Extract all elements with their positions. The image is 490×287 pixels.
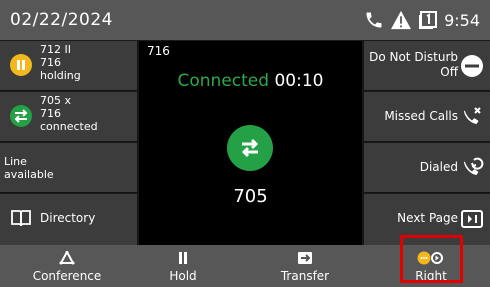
next-page-icon (460, 207, 484, 235)
dnd-label: Do Not Disturb (369, 50, 458, 64)
right-feature-keys: Do Not Disturb Off Missed Calls Dialed N… (363, 41, 490, 245)
do-not-disturb-key[interactable]: Do Not Disturb Off (363, 41, 490, 91)
line-key-text: Line available (4, 155, 54, 181)
line-key-state: available (4, 168, 54, 181)
directory-label: Directory (40, 211, 96, 225)
dialed-call-icon (460, 156, 484, 184)
call-timer: 00:10 (274, 71, 324, 91)
transfer-icon (244, 251, 366, 265)
transfer-label: Transfer (280, 269, 330, 283)
call-key-holding[interactable]: 712 II 716 holding (0, 41, 138, 91)
status-icons: 9:54 (364, 10, 480, 30)
dnd-value: Off (440, 65, 458, 79)
warning-icon (390, 10, 412, 30)
pause-icon (10, 54, 32, 76)
directory-key[interactable]: Directory (0, 194, 138, 245)
book-icon (10, 208, 32, 232)
line-key-label: Line (4, 155, 27, 168)
conference-softkey[interactable]: Conference (6, 245, 128, 287)
status-time: 9:54 (444, 10, 480, 30)
call-key-text: 712 II 716 holding (40, 43, 81, 82)
conference-icon (6, 251, 128, 265)
highlight-box (400, 235, 463, 283)
call-key-line: 716 (40, 56, 61, 69)
hold-softkey[interactable]: Hold (122, 245, 244, 287)
missed-calls-label: Missed Calls (384, 109, 458, 123)
line-key-available[interactable]: Line available (0, 143, 138, 193)
phone-icon (364, 10, 384, 30)
missed-call-icon (460, 105, 484, 133)
pause-icon (122, 251, 244, 265)
status-bar: 02/22/2024 9:54 (0, 0, 490, 40)
call-status-text: Connected (177, 71, 270, 91)
call-display: 716 Connected 00:10 705 (139, 41, 362, 245)
call-key-party: 705 x (40, 94, 72, 107)
call-status: Connected 00:10 (139, 71, 362, 91)
conference-label: Conference (32, 269, 102, 283)
missed-calls-key[interactable]: Missed Calls (363, 92, 490, 142)
transfer-arrows-icon (227, 125, 273, 171)
call-key-line: 716 (40, 107, 61, 120)
call-key-state: holding (40, 69, 81, 82)
call-key-connected[interactable]: 705 x 716 connected (0, 92, 138, 142)
transfer-arrows-icon (10, 105, 32, 127)
status-date: 02/22/2024 (10, 10, 113, 30)
hold-label: Hold (169, 269, 197, 283)
call-key-text: 705 x 716 connected (40, 94, 98, 133)
remote-number: 705 (233, 186, 268, 207)
call-key-state: connected (40, 120, 98, 133)
dnd-label-block: Do Not Disturb Off (369, 50, 458, 80)
call-key-party: 712 II (40, 43, 71, 56)
next-page-label: Next Page (397, 211, 458, 225)
minus-circle-icon (460, 54, 484, 82)
dialed-key[interactable]: Dialed (363, 143, 490, 193)
line-number: 716 (147, 44, 170, 58)
screen-icon (418, 10, 438, 30)
left-line-keys: 712 II 716 holding 705 x 716 connected L… (0, 41, 138, 245)
dialed-label: Dialed (419, 160, 458, 174)
transfer-softkey[interactable]: Transfer (244, 245, 366, 287)
